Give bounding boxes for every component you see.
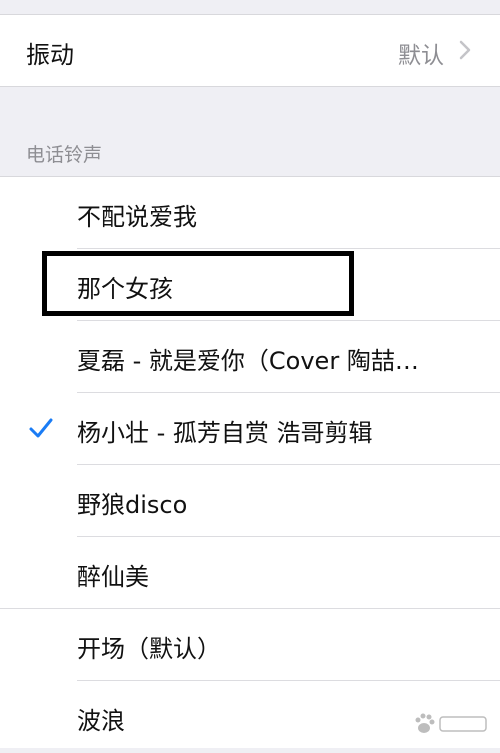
- ringtone-label: 杨小壮 - 孤芳自赏 浩哥剪辑: [77, 419, 373, 447]
- checkmark-icon: [29, 418, 53, 438]
- ringtone-label: 开场（默认）: [77, 635, 221, 663]
- ringtone-label: 野狼disco: [77, 491, 188, 519]
- ringtone-label: 不配说爱我: [77, 203, 197, 231]
- chevron-right-icon: [459, 40, 471, 60]
- annotation-highlight-box: [42, 251, 354, 316]
- vibration-label: 振动: [26, 41, 74, 69]
- top-strip: [0, 0, 500, 14]
- ringtone-item[interactable]: 夏磊 - 就是爱你（Cover 陶喆…: [0, 321, 500, 393]
- section-header-ringtones: 电话铃声: [26, 144, 103, 166]
- ringtone-item[interactable]: 醉仙美: [0, 537, 500, 609]
- ringtone-item[interactable]: 野狼disco: [0, 465, 500, 537]
- builtin-ringtone-item[interactable]: 开场（默认）: [0, 609, 500, 681]
- ringtone-item[interactable]: 不配说爱我: [0, 177, 500, 249]
- ringtone-label: 波浪: [77, 707, 125, 735]
- vibration-row[interactable]: 振动 默认: [0, 14, 500, 87]
- ringtone-label: 夏磊 - 就是爱你（Cover 陶喆…: [77, 347, 419, 375]
- baidu-paw-icon: [415, 713, 487, 733]
- ringtone-label: 醉仙美: [77, 563, 149, 591]
- vibration-value: 默认: [398, 43, 444, 69]
- ringtone-item-selected[interactable]: 杨小壮 - 孤芳自赏 浩哥剪辑: [0, 393, 500, 465]
